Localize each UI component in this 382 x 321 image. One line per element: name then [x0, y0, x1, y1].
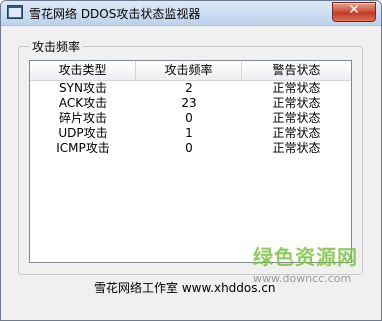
app-window-icon — [7, 5, 23, 20]
cell-attack-frequency: 0 — [185, 111, 193, 125]
watermark-url: www.downcc.com — [253, 272, 352, 285]
cell-warning-status: 正常状态 — [272, 126, 321, 140]
attack-list[interactable]: 攻击类型 攻击频率 警告状态 SYN攻击 2 正常状态 ACK攻击 23 正常状… — [29, 60, 352, 263]
group-label: 攻击频率 — [29, 38, 84, 55]
cell-attack-type: ACK攻击 — [58, 96, 108, 110]
column-header-warning-status[interactable]: 警告状态 — [242, 61, 351, 80]
title-bar[interactable]: 雪花网络 DDOS攻击状态监视器 ✕ — [1, 1, 381, 26]
close-button[interactable]: ✕ — [332, 2, 376, 22]
cell-attack-frequency: 23 — [181, 96, 197, 110]
watermark-title: 绿色资源网 — [253, 245, 358, 269]
table-row[interactable]: ACK攻击 23 正常状态 — [30, 96, 351, 111]
close-icon: ✕ — [348, 2, 360, 18]
cell-attack-type: UDP攻击 — [58, 126, 108, 140]
table-row[interactable]: SYN攻击 2 正常状态 — [30, 81, 351, 96]
cell-attack-type: SYN攻击 — [59, 81, 107, 95]
cell-attack-frequency: 2 — [185, 81, 193, 95]
cell-warning-status: 正常状态 — [272, 96, 321, 110]
cell-attack-type: 碎片攻击 — [58, 111, 107, 125]
footer-credit: 雪花网络工作室 www.xhddos.cn — [94, 281, 276, 295]
cell-attack-frequency: 0 — [185, 141, 193, 155]
list-header: 攻击类型 攻击频率 警告状态 — [30, 61, 351, 81]
cell-attack-frequency: 1 — [185, 126, 193, 140]
table-row[interactable]: UDP攻击 1 正常状态 — [30, 126, 351, 141]
cell-attack-type: ICMP攻击 — [56, 141, 110, 155]
cell-warning-status: 正常状态 — [272, 141, 321, 155]
table-row[interactable]: 碎片攻击 0 正常状态 — [30, 111, 351, 126]
table-row[interactable]: ICMP攻击 0 正常状态 — [30, 141, 351, 156]
watermark: 绿色资源网 www.downcc.com — [253, 241, 371, 285]
column-header-attack-frequency[interactable]: 攻击频率 — [136, 61, 242, 80]
app-window: 雪花网络 DDOS攻击状态监视器 ✕ 攻击频率 攻击类型 攻击频率 警告状态 S… — [0, 0, 382, 321]
cell-warning-status: 正常状态 — [272, 111, 321, 125]
column-header-attack-type[interactable]: 攻击类型 — [30, 61, 136, 80]
cell-warning-status: 正常状态 — [272, 81, 321, 95]
window-title: 雪花网络 DDOS攻击状态监视器 — [29, 7, 201, 21]
